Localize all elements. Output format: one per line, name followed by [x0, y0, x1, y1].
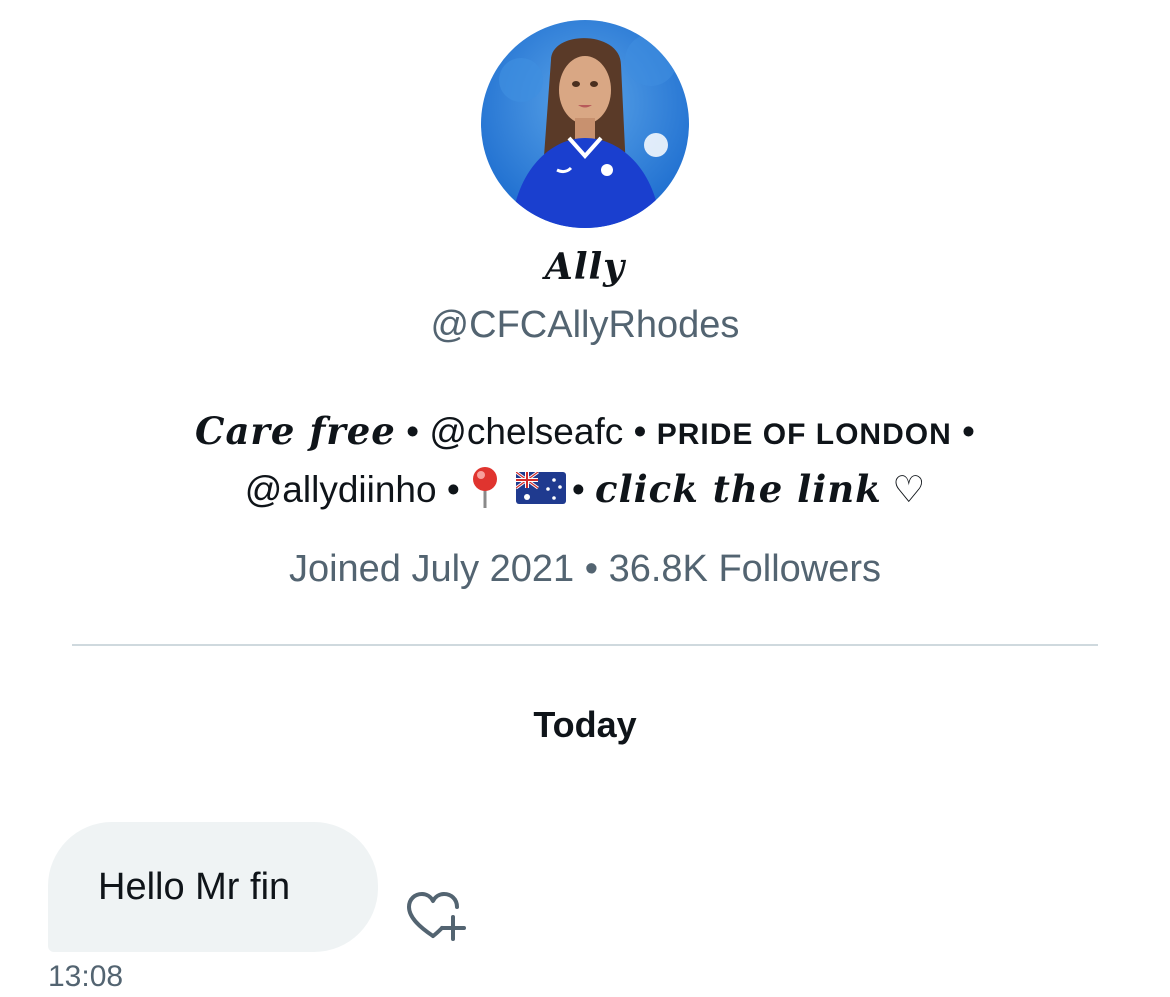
bio-line-1: Care free • @chelseafc • PRIDE OF LONDON… — [0, 404, 1170, 462]
bio-separator: • — [571, 469, 596, 510]
bio-click-the-link: click the link — [595, 467, 882, 511]
bio-line-2: @allydiinho • • click the link ♡ — [0, 462, 1170, 517]
mention-allydiinho-link[interactable]: @allydiinho — [245, 469, 437, 510]
profile-bio: Care free • @chelseafc • PRIDE OF LONDON… — [0, 404, 1170, 517]
divider — [72, 644, 1098, 646]
display-name: Ally — [544, 246, 626, 288]
bio-care-free: Care free — [195, 409, 396, 453]
round-pushpin-icon — [470, 466, 500, 508]
bio-separator: • — [951, 411, 975, 452]
heart-outline-glyph: ♡ — [881, 469, 926, 510]
bio-separator: • — [395, 411, 430, 452]
bio-separator: • — [436, 469, 460, 510]
message-text: Hello Mr fin — [98, 865, 291, 908]
avatar[interactable] — [481, 20, 689, 228]
date-separator: Today — [533, 704, 637, 745]
message-timestamp: 13:08 — [48, 960, 124, 993]
mention-chelseafc-link[interactable]: @chelseafc — [429, 411, 623, 452]
bio-pride-of-london: PRIDE OF LONDON — [656, 418, 952, 451]
australia-flag-icon — [514, 465, 566, 504]
message-bubble[interactable]: Hello Mr fin — [48, 822, 378, 952]
profile-meta: Joined July 2021 • 36.8K Followers — [288, 548, 882, 590]
profile-handle[interactable]: @CFCAllyRhodes — [0, 304, 1170, 347]
bio-separator: • — [623, 411, 657, 452]
heart-plus-icon[interactable] — [403, 888, 473, 948]
